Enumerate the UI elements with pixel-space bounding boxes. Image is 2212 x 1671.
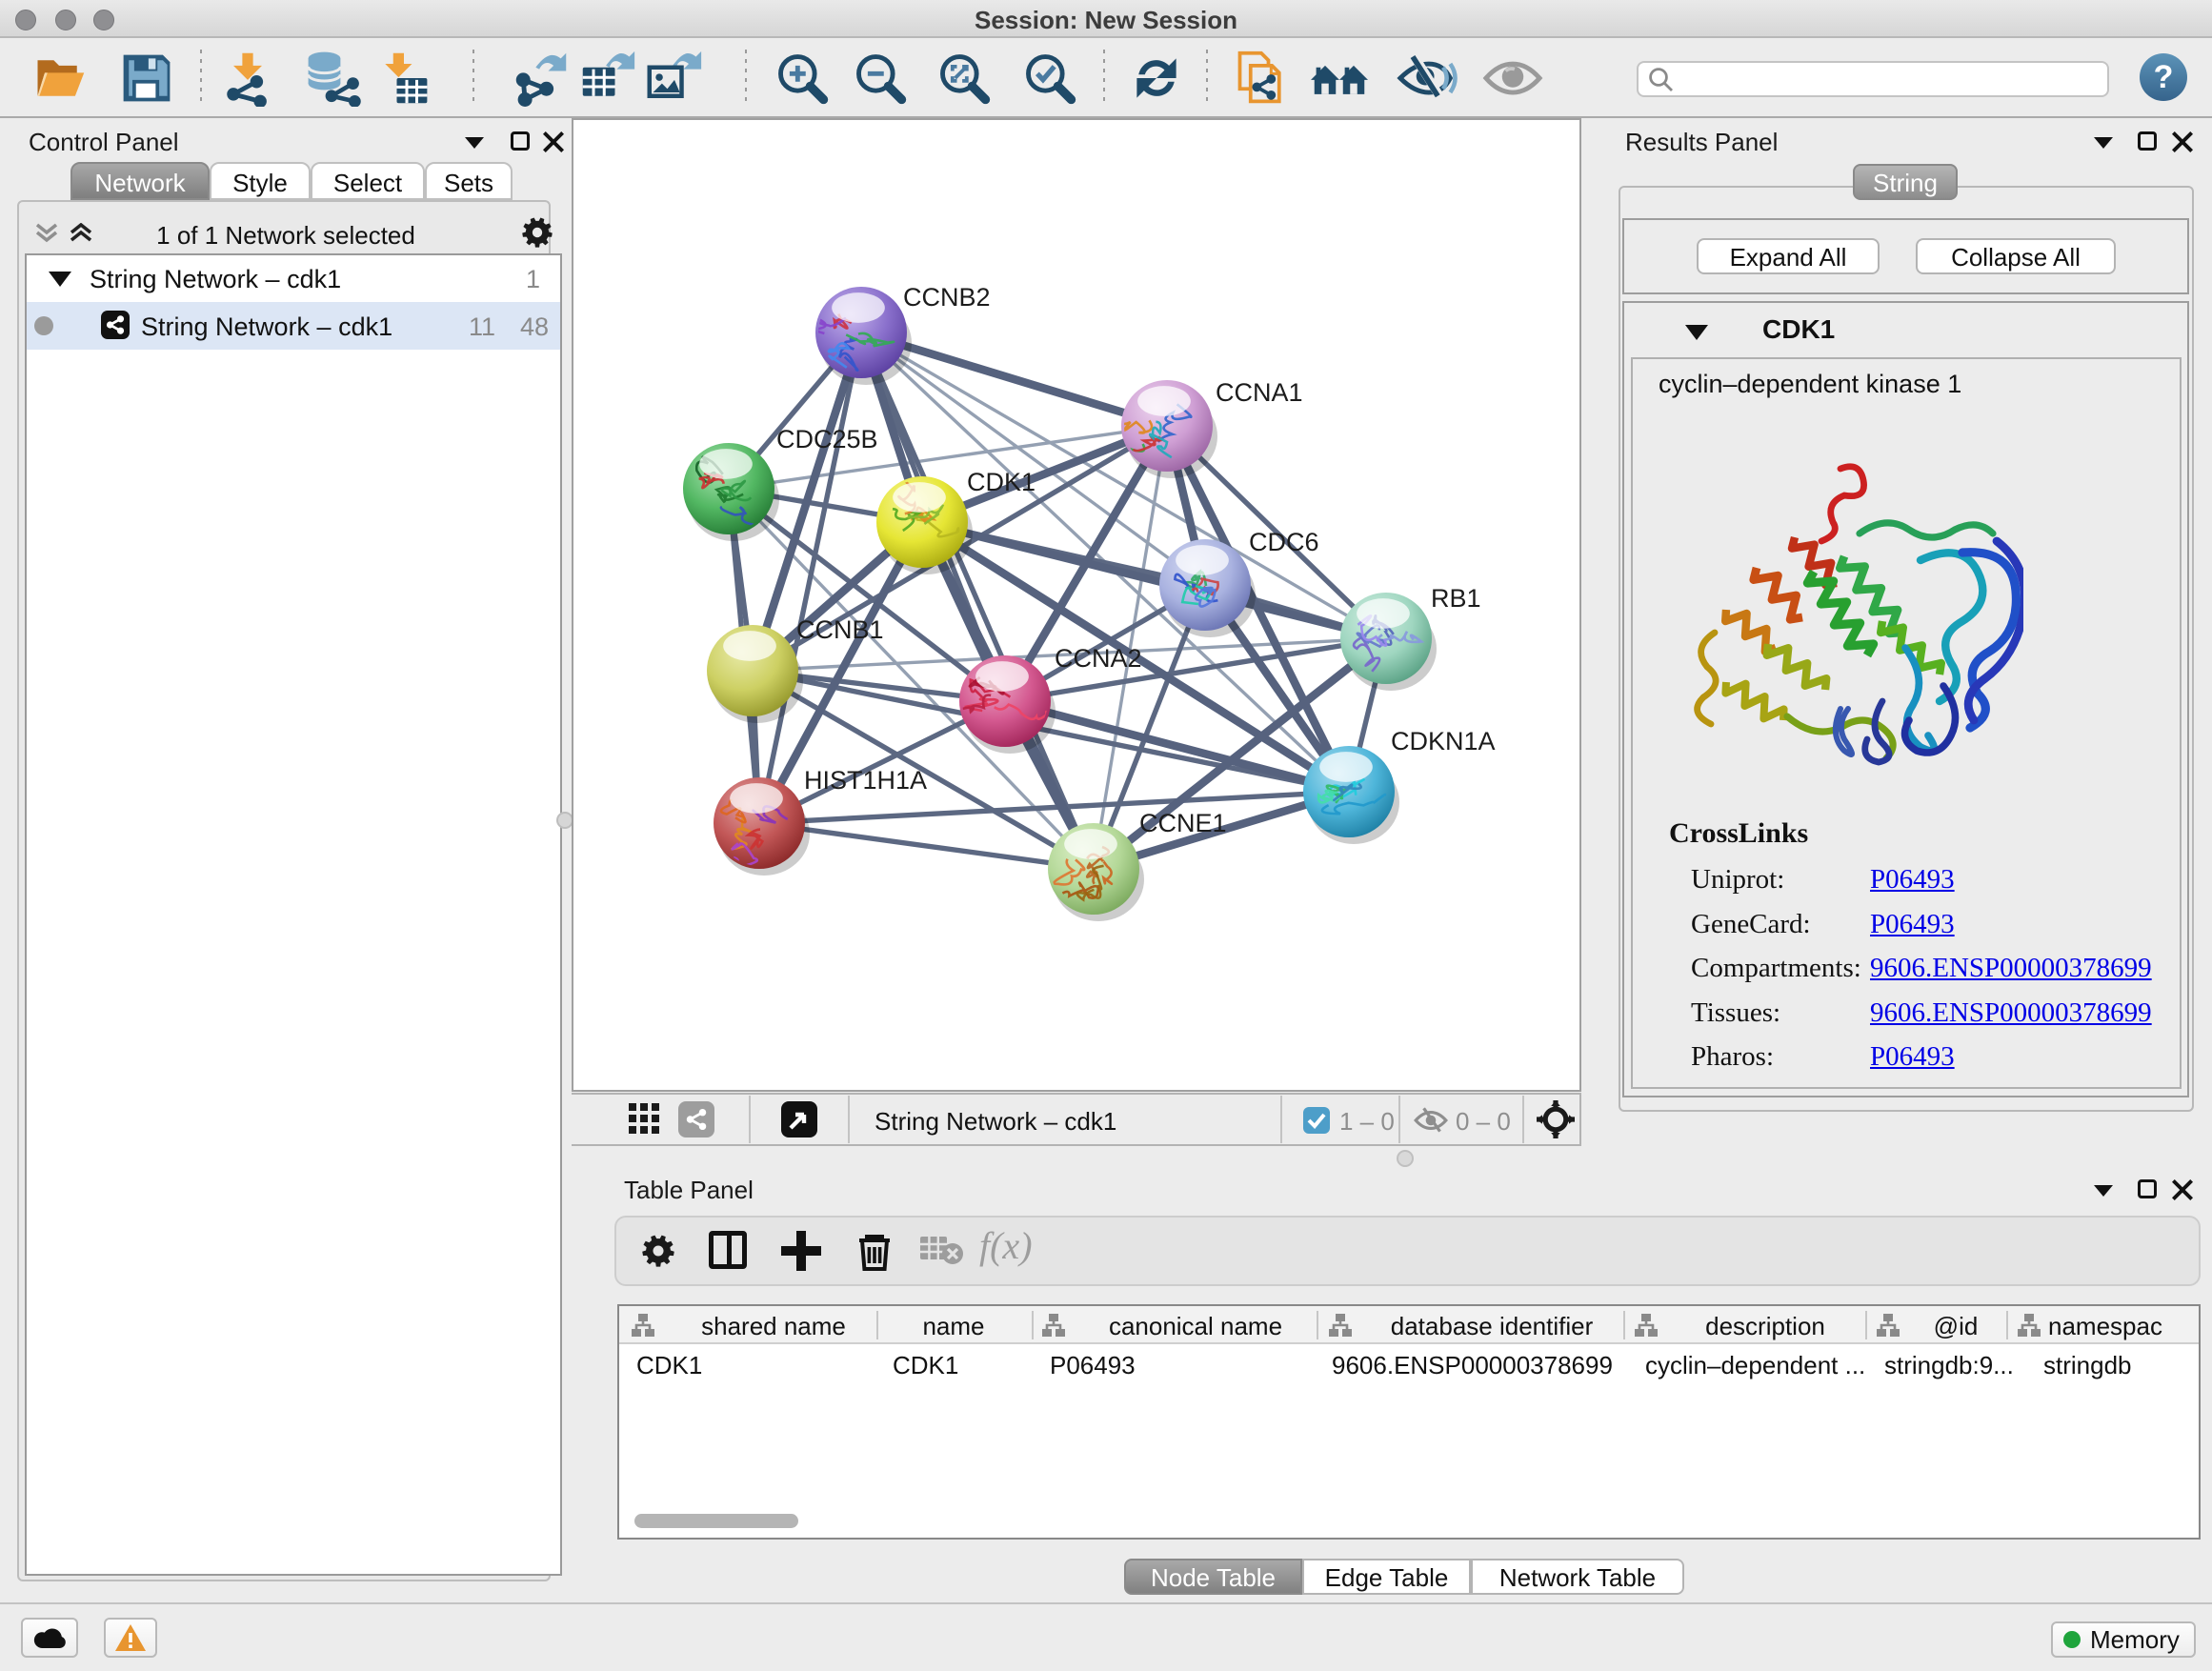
svg-text:CDC6: CDC6 — [1249, 528, 1319, 556]
svg-text:HIST1H1A: HIST1H1A — [804, 766, 927, 795]
svg-text:CCNB2: CCNB2 — [903, 283, 991, 312]
svg-text:CCNA2: CCNA2 — [1055, 644, 1142, 673]
svg-text:CCNA1: CCNA1 — [1216, 378, 1303, 407]
svg-text:CDKN1A: CDKN1A — [1391, 727, 1496, 755]
svg-text:RB1: RB1 — [1431, 584, 1481, 613]
svg-text:CCNE1: CCNE1 — [1139, 809, 1227, 837]
svg-text:CDC25B: CDC25B — [776, 425, 878, 453]
svg-text:CDK1: CDK1 — [967, 468, 1036, 496]
svg-text:CCNB1: CCNB1 — [796, 615, 884, 644]
